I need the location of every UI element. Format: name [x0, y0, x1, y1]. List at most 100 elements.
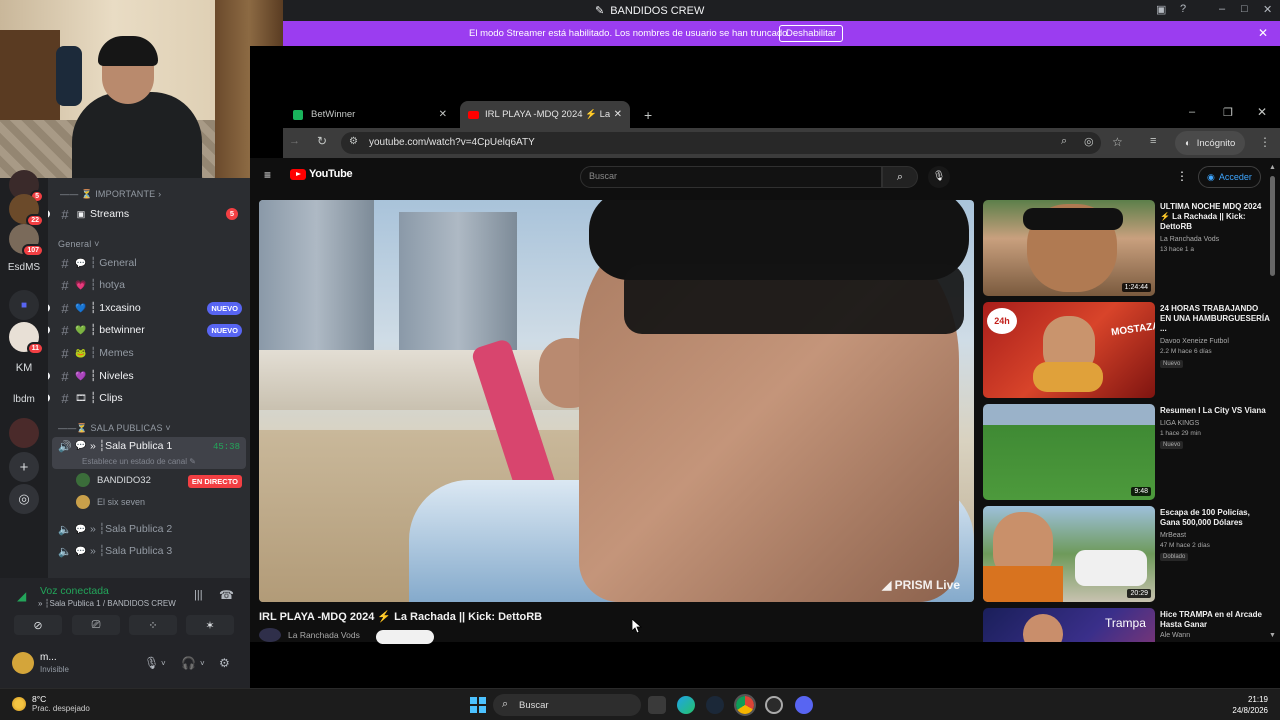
- soundboard-button[interactable]: ✶: [186, 615, 234, 635]
- more-options-icon[interactable]: ⋮: [1176, 169, 1188, 183]
- server-folder-icon[interactable]: ■: [9, 290, 39, 320]
- scroll-up-icon[interactable]: ▲: [1269, 164, 1276, 171]
- channel-general[interactable]: # 💬 ┆ General: [52, 253, 246, 273]
- server-icon-lbdm[interactable]: lbdm: [4, 394, 44, 405]
- disconnect-icon[interactable]: ☎: [219, 588, 234, 602]
- maximize-button[interactable]: □: [1241, 3, 1248, 15]
- bookmark-star-icon[interactable]: ☆: [1112, 135, 1123, 149]
- voice-status[interactable]: Voz conectada: [40, 585, 109, 597]
- inbox-icon[interactable]: ▣: [1156, 3, 1166, 16]
- url-field[interactable]: ⚙ youtube.com/watch?v=4CpUelq6ATY ⌕ ◎: [341, 132, 1101, 154]
- eye-off-icon[interactable]: ◎: [1084, 135, 1094, 148]
- recommendation-item[interactable]: 24h MOSTAZA 24 HORAS TRABAJANDO EN UNA H…: [983, 302, 1273, 400]
- recommendation-thumbnail[interactable]: 20:29: [983, 506, 1155, 602]
- discover-icon[interactable]: ◎: [9, 484, 39, 514]
- server-icon-km[interactable]: KM: [4, 362, 44, 374]
- chrome-icon[interactable]: [734, 694, 756, 716]
- maximize-button[interactable]: ❐: [1223, 106, 1233, 119]
- incognito-indicator[interactable]: ◐ Incógnito: [1175, 131, 1246, 155]
- task-view-icon[interactable]: [648, 696, 666, 714]
- minimize-button[interactable]: –: [1189, 106, 1195, 118]
- channel-clips[interactable]: # 🎞 ┆ Clips: [48, 388, 246, 408]
- video-player[interactable]: ◢ PRISM Live: [259, 200, 974, 602]
- voice-user-bandido32[interactable]: BANDIDO32: [76, 471, 151, 489]
- scrollbar-thumb[interactable]: [1270, 176, 1275, 276]
- system-clock[interactable]: 21:19 24/8/2026: [1232, 694, 1268, 716]
- reload-icon[interactable]: ↻: [317, 134, 327, 148]
- activities-button[interactable]: ⁘: [129, 615, 177, 635]
- close-tab-icon[interactable]: ✕: [614, 109, 622, 120]
- recommendation-thumbnail[interactable]: 24h MOSTAZA: [983, 302, 1155, 398]
- recommendation-item[interactable]: 1:24:44 ULTIMA NOCHE MDQ 2024 ⚡ La Racha…: [983, 200, 1273, 298]
- chevron-down-icon[interactable]: ˅: [161, 659, 166, 668]
- forward-icon[interactable]: →: [289, 135, 300, 147]
- channel-memes[interactable]: # 🐸 ┆ Memes: [52, 343, 246, 363]
- help-icon[interactable]: ?: [1180, 3, 1186, 15]
- voice-channel-sala-1[interactable]: 🔊 💬 » ┆Sala Publica 1 45:38 Establece un…: [52, 437, 246, 469]
- site-info-icon[interactable]: ⚙: [349, 136, 358, 147]
- voice-user-six-seven[interactable]: El six seven: [76, 493, 145, 511]
- weather-widget[interactable]: 8°C Prac. despejado: [12, 694, 90, 713]
- voice-search-button[interactable]: 🎙: [928, 166, 950, 188]
- channel-streams[interactable]: # ▣ Streams 5: [48, 204, 246, 224]
- server-icon-6[interactable]: 11: [9, 322, 44, 355]
- edge-browser-icon[interactable]: [677, 696, 695, 714]
- recommendation-item[interactable]: Trampa Hice TRAMPA en el Arcade Hasta Ga…: [983, 608, 1273, 642]
- hamburger-menu-icon[interactable]: ≡: [264, 168, 271, 182]
- server-icon-2[interactable]: 22: [9, 194, 44, 227]
- avatar[interactable]: [12, 652, 34, 674]
- taskbar-search[interactable]: ⌕ Buscar: [493, 694, 641, 716]
- server-icon-9[interactable]: [9, 418, 39, 448]
- chevron-down-icon[interactable]: ˅: [200, 659, 205, 668]
- media-controls-icon[interactable]: ≡: [1150, 135, 1156, 147]
- screen-share-button[interactable]: ⎚: [72, 615, 120, 635]
- live-badge[interactable]: EN DIRECTO: [187, 475, 242, 488]
- recommendation-item[interactable]: 20:29 Escapa de 100 Policías, Gana 500,0…: [983, 506, 1273, 604]
- close-icon[interactable]: ✕: [1258, 26, 1268, 40]
- noise-suppression-icon[interactable]: |||: [194, 589, 203, 601]
- headphones-icon[interactable]: 🎧: [181, 656, 196, 670]
- user-name[interactable]: m...: [40, 652, 57, 663]
- channel-status[interactable]: Establece un estado de canal ✎: [82, 457, 196, 466]
- close-tab-icon[interactable]: ✕: [439, 109, 447, 120]
- channel-hotya[interactable]: # 💗 ┆ hotya: [52, 275, 246, 295]
- minimize-button[interactable]: –: [1219, 3, 1225, 15]
- youtube-search-input[interactable]: Buscar: [580, 166, 882, 188]
- obs-icon[interactable]: [765, 696, 783, 714]
- channel-name[interactable]: La Ranchada Vods: [288, 630, 360, 640]
- server-icon-3[interactable]: 107: [9, 224, 44, 257]
- youtube-logo[interactable]: YouTube: [290, 168, 353, 180]
- menu-dots-icon[interactable]: ⋮: [1259, 135, 1271, 149]
- tab-betwinner[interactable]: BetWinner ✕: [285, 101, 455, 128]
- recommendation-thumbnail[interactable]: 9:48: [983, 404, 1155, 500]
- camera-toggle-button[interactable]: ⊘: [14, 615, 62, 635]
- disable-streamer-button[interactable]: Deshabilitar: [779, 25, 844, 42]
- voice-channel-sala-3[interactable]: 🔈 💬 » ┆Sala Publica 3: [52, 541, 246, 561]
- new-tab-icon[interactable]: +: [644, 107, 652, 123]
- subscribe-button[interactable]: [376, 630, 434, 644]
- server-icon-esdms[interactable]: EsdMS: [4, 262, 44, 273]
- zoom-icon[interactable]: ⌕: [1061, 135, 1067, 148]
- discord-icon[interactable]: [795, 696, 813, 714]
- category-general[interactable]: General ˅: [58, 239, 100, 249]
- scroll-down-icon[interactable]: ▼: [1269, 632, 1276, 639]
- settings-gear-icon[interactable]: ⚙: [219, 656, 230, 670]
- add-server-icon[interactable]: +: [9, 452, 39, 482]
- tab-youtube[interactable]: IRL PLAYA -MDQ 2024 ⚡ La Ra... ✕: [460, 101, 630, 128]
- voice-channel-sala-2[interactable]: 🔈 💬 » ┆Sala Publica 2: [52, 519, 246, 539]
- search-button[interactable]: ⌕: [882, 166, 918, 188]
- sign-in-button[interactable]: ◉ Acceder: [1198, 166, 1261, 188]
- channel-1xcasino[interactable]: # 💙 ┆ 1xcasino NUEVO: [48, 298, 246, 318]
- recommendation-thumbnail[interactable]: Trampa: [983, 608, 1155, 642]
- microphone-icon[interactable]: 🎙: [144, 656, 159, 670]
- channel-avatar[interactable]: [259, 628, 281, 642]
- category-salas[interactable]: ——⏳ SALA PUBLICAS ˅: [58, 423, 171, 434]
- recommendation-item[interactable]: 9:48 Resumen I La City VS Viana LIGA KIN…: [983, 404, 1273, 502]
- close-window-button[interactable]: ✕: [1257, 105, 1267, 119]
- channel-niveles[interactable]: # 💜 ┆ Niveles: [48, 366, 246, 386]
- channel-betwinner[interactable]: # 💚 ┆ betwinner NUEVO: [48, 320, 246, 340]
- windows-start-icon[interactable]: [470, 697, 486, 713]
- steam-icon[interactable]: [706, 696, 724, 714]
- category-importante[interactable]: —— ⏳ IMPORTANTE ›: [60, 189, 161, 200]
- close-button[interactable]: ✕: [1263, 3, 1272, 16]
